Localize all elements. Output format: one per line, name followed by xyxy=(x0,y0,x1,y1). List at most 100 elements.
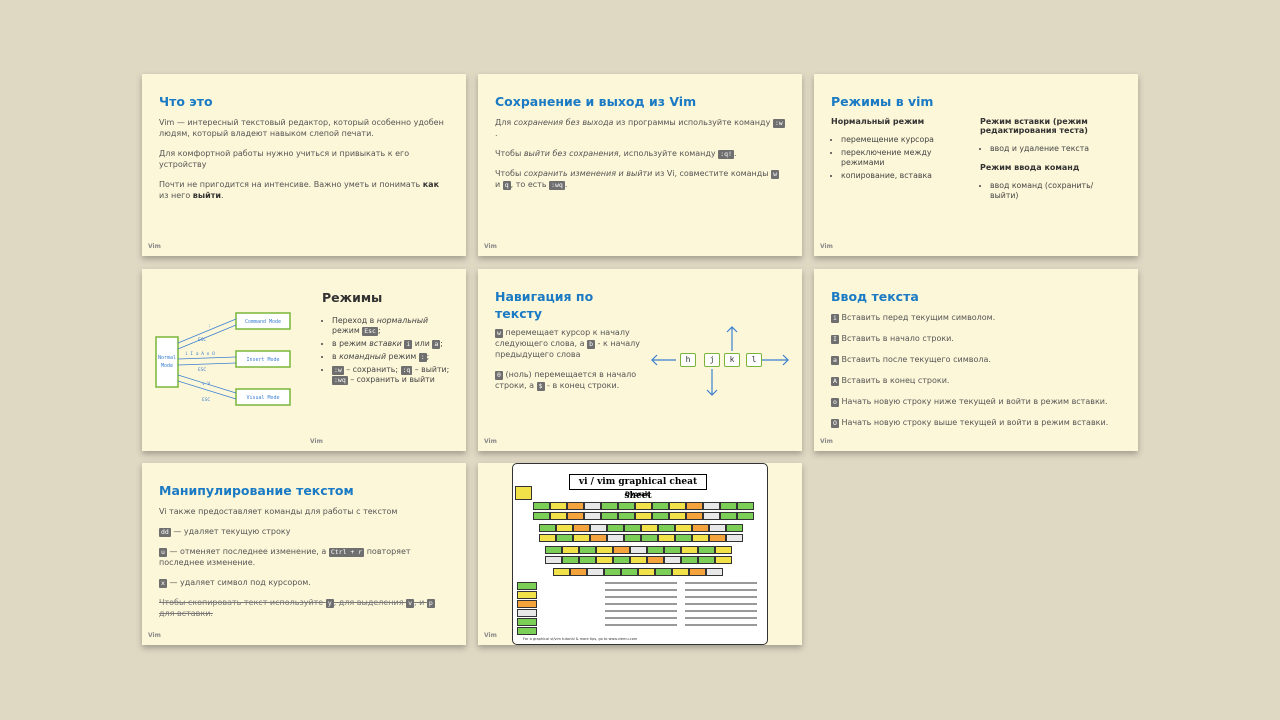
cheat-sheet-text-line xyxy=(605,582,677,584)
key-badge: O xyxy=(831,419,839,428)
text: Вставить перед текущим символом. xyxy=(838,313,996,322)
bullet-list: ввод и удаление текста xyxy=(980,144,1112,154)
key-badge: 0 xyxy=(495,371,503,380)
text: . xyxy=(564,180,568,189)
key-badge: w xyxy=(771,170,780,179)
text: , для выделения xyxy=(333,598,407,607)
key-badge: : xyxy=(418,353,427,362)
key-badge: :q xyxy=(400,366,413,375)
key-badge: :w xyxy=(772,119,785,128)
key-badge: :wq xyxy=(549,181,565,190)
bullet-list: перемещение курсора переключение между р… xyxy=(831,135,963,181)
paragraph: u — отменяет последнее изменение, а Ctrl… xyxy=(159,546,449,568)
cheat-sheet-key xyxy=(596,546,613,554)
cheat-sheet-key xyxy=(655,568,672,576)
cheat-sheet-title: vi / vim graphical cheat sheet xyxy=(569,474,707,501)
cheat-sheet-key xyxy=(709,534,726,542)
esc-label: ESC xyxy=(198,367,206,373)
cheat-sheet-key xyxy=(533,512,550,520)
slide-title: Режимы xyxy=(322,290,383,305)
text: из программы используйте команду xyxy=(613,118,773,127)
text: режим xyxy=(386,352,419,361)
list-item: ввод и удаление текста xyxy=(990,144,1112,154)
cheat-sheet-footer: For a graphical vi/vim tutorial & more t… xyxy=(523,637,638,641)
cheat-sheet-key xyxy=(698,546,715,554)
slide-what-is-it[interactable]: Что это Vim — интересный текстовый редак… xyxy=(142,74,466,256)
paragraph: a Вставить после текущего символа. xyxy=(831,354,1121,365)
key-badge: I xyxy=(831,335,839,344)
text: — удаляет символ под курсором. xyxy=(166,578,311,587)
cheat-sheet-subtitle: Dvorak xyxy=(625,491,650,498)
cheat-sheet-key xyxy=(698,556,715,564)
cheat-sheet-key xyxy=(675,524,692,532)
text: Для xyxy=(495,118,514,127)
cheat-sheet-text-line xyxy=(685,624,757,626)
column-heading: Режим ввода команд xyxy=(980,163,1080,172)
key-badge: A xyxy=(831,377,839,386)
paragraph: O Начать новую строку выше текущей и вой… xyxy=(831,417,1121,428)
text: Начать новую строку ниже текущей и войти… xyxy=(838,397,1108,406)
paragraph: x — удаляет символ под курсором. xyxy=(159,577,449,588)
key-badge: dd xyxy=(159,528,171,537)
text: ; xyxy=(440,339,443,348)
slide-text-input[interactable]: Ввод текста i Вставить перед текущим сим… xyxy=(814,269,1138,451)
esc-label: ESC xyxy=(202,397,210,403)
cheat-sheet-key xyxy=(638,568,655,576)
cheat-sheet-key xyxy=(601,512,618,520)
cheat-sheet-key xyxy=(672,568,689,576)
text: – сохранить и выйти xyxy=(347,375,435,384)
list-item: в режим вставки i или a; xyxy=(332,339,456,349)
cheat-sheet-key xyxy=(570,568,587,576)
cheat-sheet-key xyxy=(658,534,675,542)
cheat-sheet-text-line xyxy=(605,603,677,605)
key-badge: b xyxy=(587,340,596,349)
paragraph: Почти не пригодится на интенсиве. Важно … xyxy=(159,179,449,201)
text: — отменяет последнее изменение, а xyxy=(166,547,329,556)
visual-mode-label: Visual Mode xyxy=(246,395,279,401)
paragraph: A Вставить в конец строки. xyxy=(831,375,1121,386)
cheat-sheet-key xyxy=(618,512,635,520)
cheat-sheet-key xyxy=(545,546,562,554)
cheat-sheet-key xyxy=(706,568,723,576)
cheat-sheet-key xyxy=(641,534,658,542)
cheat-sheet-key xyxy=(703,502,720,510)
key-l: l xyxy=(746,353,762,367)
slide-body: w перемещает курсор к началу следующего … xyxy=(495,327,642,400)
list-item: Переход в нормальный режим Esc; xyxy=(332,316,456,336)
esc-label: ESC xyxy=(198,337,206,343)
cheat-sheet-key xyxy=(664,546,681,554)
cheat-sheet-key xyxy=(726,524,743,532)
insert-mode-label: Insert Mode xyxy=(246,357,279,363)
slide-text-manipulation[interactable]: Манипулирование текстом Vi также предост… xyxy=(142,463,466,645)
slide-modes-diagram[interactable]: Normal Mode Command Mode Insert Mode Vis… xyxy=(142,269,466,451)
cheat-sheet-key xyxy=(664,556,681,564)
paragraph: w перемещает курсор к началу следующего … xyxy=(495,327,642,360)
text: , и xyxy=(414,598,427,607)
cheat-sheet-text-line xyxy=(605,610,677,612)
italic-text: нормальный xyxy=(376,316,429,325)
italic-text: командный xyxy=(339,352,387,361)
bold-text: как xyxy=(422,180,440,189)
text: . xyxy=(220,191,224,200)
paragraph: Vim — интересный текстовый редактор, кот… xyxy=(159,118,444,138)
italic-text: сохранить изменения и выйти xyxy=(523,169,653,178)
modes-text: Режимы Переход в нормальный режим Esc; в… xyxy=(322,289,456,388)
cheat-sheet-key xyxy=(635,512,652,520)
text: Вставить после текущего символа. xyxy=(838,355,991,364)
slide-title: Ввод текста xyxy=(831,289,919,304)
cheat-sheet-key xyxy=(579,556,596,564)
slide-cheat-sheet[interactable]: vi / vim graphical cheat sheet Dvorak Fo… xyxy=(478,463,802,645)
cheat-sheet-key xyxy=(737,512,754,520)
slide-save-and-exit[interactable]: Сохранение и выход из Vim Для сохранения… xyxy=(478,74,802,256)
slide-title: Что это xyxy=(159,94,213,109)
cheat-sheet-key xyxy=(590,534,607,542)
cheat-sheet-text-line xyxy=(685,617,757,619)
cheat-sheet-key xyxy=(715,556,732,564)
slide-footer: Vim xyxy=(484,632,497,639)
slide-footer: Vim xyxy=(484,243,497,250)
slide-modes-in-vim[interactable]: Режимы в vim Нормальный режим перемещени… xyxy=(814,74,1138,256)
key-badge: x xyxy=(159,579,167,588)
key-badge: :w xyxy=(332,366,344,375)
slide-navigation[interactable]: Навигация по тексту w перемещает курсор … xyxy=(478,269,802,451)
cheat-sheet-key xyxy=(573,534,590,542)
